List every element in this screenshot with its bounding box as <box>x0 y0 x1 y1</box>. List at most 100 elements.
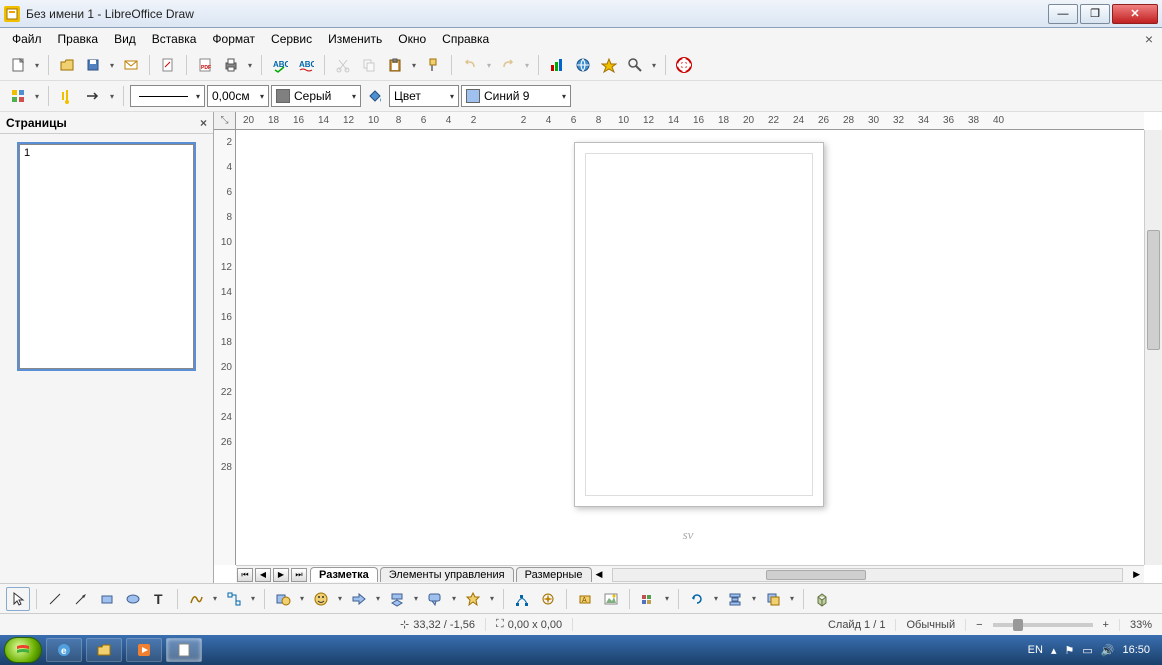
copy-button[interactable] <box>357 53 381 77</box>
zoom-slider[interactable] <box>993 623 1093 627</box>
cut-button[interactable] <box>331 53 355 77</box>
curve-tool-button[interactable] <box>184 587 208 611</box>
stars-button[interactable] <box>461 587 485 611</box>
line-color-combo[interactable]: Серый▾ <box>271 85 361 107</box>
task-explorer[interactable] <box>86 638 122 662</box>
task-libreoffice[interactable] <box>166 638 202 662</box>
tray-clock[interactable]: 16:50 <box>1122 644 1150 656</box>
align-button[interactable] <box>723 587 747 611</box>
print-dropdown[interactable]: ▾ <box>245 61 255 70</box>
tray-lang[interactable]: EN <box>1028 644 1043 656</box>
symbol-shapes-button[interactable] <box>309 587 333 611</box>
format-paintbrush-button[interactable] <box>421 53 445 77</box>
horizontal-scrollbar[interactable] <box>612 568 1123 582</box>
extrusion-button[interactable] <box>810 587 834 611</box>
grid-display-button[interactable] <box>6 84 30 108</box>
undo-dropdown[interactable]: ▾ <box>484 61 494 70</box>
start-button[interactable] <box>4 637 42 663</box>
vertical-scrollbar[interactable] <box>1144 130 1162 565</box>
tab-last-button[interactable]: ⏭ <box>291 568 307 582</box>
task-ie[interactable]: e <box>46 638 82 662</box>
menu-file[interactable]: Файл <box>4 30 50 48</box>
fill-mode-combo[interactable]: Цвет▾ <box>389 85 459 107</box>
rectangle-tool-button[interactable] <box>95 587 119 611</box>
tray-show-hidden-icon[interactable]: ▴ <box>1051 644 1057 657</box>
line-style-combo[interactable]: ▾ <box>130 85 205 107</box>
menu-edit[interactable]: Правка <box>50 30 107 48</box>
zoom-in-button[interactable]: + <box>1103 619 1109 631</box>
curve-dropdown[interactable]: ▾ <box>210 594 220 603</box>
spellcheck-button[interactable]: ABC <box>268 53 292 77</box>
fill-color-combo[interactable]: Синий 9▾ <box>461 85 571 107</box>
status-style[interactable]: Обычный <box>896 619 966 631</box>
rotate-dropdown[interactable]: ▾ <box>711 594 721 603</box>
new-dropdown[interactable]: ▾ <box>32 61 42 70</box>
tab-prev-button[interactable]: ◀ <box>255 568 271 582</box>
ellipse-tool-button[interactable] <box>121 587 145 611</box>
tray-flag-icon[interactable]: ⚑ <box>1064 644 1074 657</box>
tray-volume-icon[interactable]: 🔊 <box>1101 644 1115 657</box>
connector-dropdown[interactable]: ▾ <box>248 594 258 603</box>
edit-points-button[interactable] <box>510 587 534 611</box>
callouts-button[interactable] <box>423 587 447 611</box>
line-width-combo[interactable]: 0,00см▾ <box>207 85 269 107</box>
block-arrows-dropdown[interactable]: ▾ <box>373 594 383 603</box>
rotate-button[interactable] <box>685 587 709 611</box>
navigator-button[interactable] <box>597 53 621 77</box>
open-button[interactable] <box>55 53 79 77</box>
task-media[interactable] <box>126 638 162 662</box>
redo-dropdown[interactable]: ▾ <box>522 61 532 70</box>
edit-file-button[interactable] <box>156 53 180 77</box>
print-button[interactable] <box>219 53 243 77</box>
align-dropdown[interactable]: ▾ <box>749 594 759 603</box>
gallery-button[interactable] <box>636 587 660 611</box>
paste-dropdown[interactable]: ▾ <box>409 61 419 70</box>
menu-view[interactable]: Вид <box>106 30 144 48</box>
arrow-style-button[interactable] <box>81 84 105 108</box>
basic-shapes-button[interactable] <box>271 587 295 611</box>
area-fill-button[interactable] <box>363 84 387 108</box>
export-pdf-button[interactable]: PDF <box>193 53 217 77</box>
callouts-dropdown[interactable]: ▾ <box>449 594 459 603</box>
restore-button[interactable]: ❐ <box>1080 4 1110 24</box>
from-file-button[interactable] <box>599 587 623 611</box>
fontwork-button[interactable]: A <box>573 587 597 611</box>
vertical-ruler[interactable]: 246810121416182022242628 <box>214 130 236 565</box>
status-slide[interactable]: Слайд 1 / 1 <box>818 619 897 631</box>
document-close-button[interactable]: × <box>1140 31 1158 47</box>
drawing-page[interactable] <box>574 142 824 507</box>
zoom-dropdown[interactable]: ▾ <box>649 61 659 70</box>
tray-action-icon[interactable]: ▭ <box>1082 644 1092 657</box>
pages-panel-close-button[interactable]: × <box>200 116 207 130</box>
minimize-button[interactable]: — <box>1048 4 1078 24</box>
line-arrow-tool-button[interactable] <box>69 587 93 611</box>
menu-tools[interactable]: Сервис <box>263 30 320 48</box>
menu-window[interactable]: Окно <box>390 30 434 48</box>
stars-dropdown[interactable]: ▾ <box>487 594 497 603</box>
paste-button[interactable] <box>383 53 407 77</box>
connector-tool-button[interactable] <box>222 587 246 611</box>
horizontal-ruler[interactable]: 2018161412108642246810121416182022242628… <box>236 112 1144 130</box>
page-thumbnail[interactable]: 1 <box>19 144 194 369</box>
menu-modify[interactable]: Изменить <box>320 30 390 48</box>
ruler-corner[interactable] <box>214 112 236 130</box>
help-button[interactable] <box>672 53 696 77</box>
layer-tab-controls[interactable]: Элементы управления <box>380 567 514 582</box>
zoom-button[interactable] <box>623 53 647 77</box>
menu-format[interactable]: Формат <box>204 30 263 48</box>
chart-button[interactable] <box>545 53 569 77</box>
layer-tab-dimensions[interactable]: Размерные <box>516 567 592 582</box>
line-tool-button[interactable] <box>43 587 67 611</box>
menu-help[interactable]: Справка <box>434 30 497 48</box>
arrow-style-dropdown[interactable]: ▾ <box>107 92 117 101</box>
select-tool-button[interactable] <box>6 587 30 611</box>
new-button[interactable] <box>6 53 30 77</box>
email-button[interactable] <box>119 53 143 77</box>
symbol-shapes-dropdown[interactable]: ▾ <box>335 594 345 603</box>
flowchart-dropdown[interactable]: ▾ <box>411 594 421 603</box>
menu-insert[interactable]: Вставка <box>144 30 205 48</box>
redo-button[interactable] <box>496 53 520 77</box>
grid-display-dropdown[interactable]: ▾ <box>32 92 42 101</box>
gallery-dropdown[interactable]: ▾ <box>662 594 672 603</box>
text-tool-button[interactable]: T <box>147 587 171 611</box>
